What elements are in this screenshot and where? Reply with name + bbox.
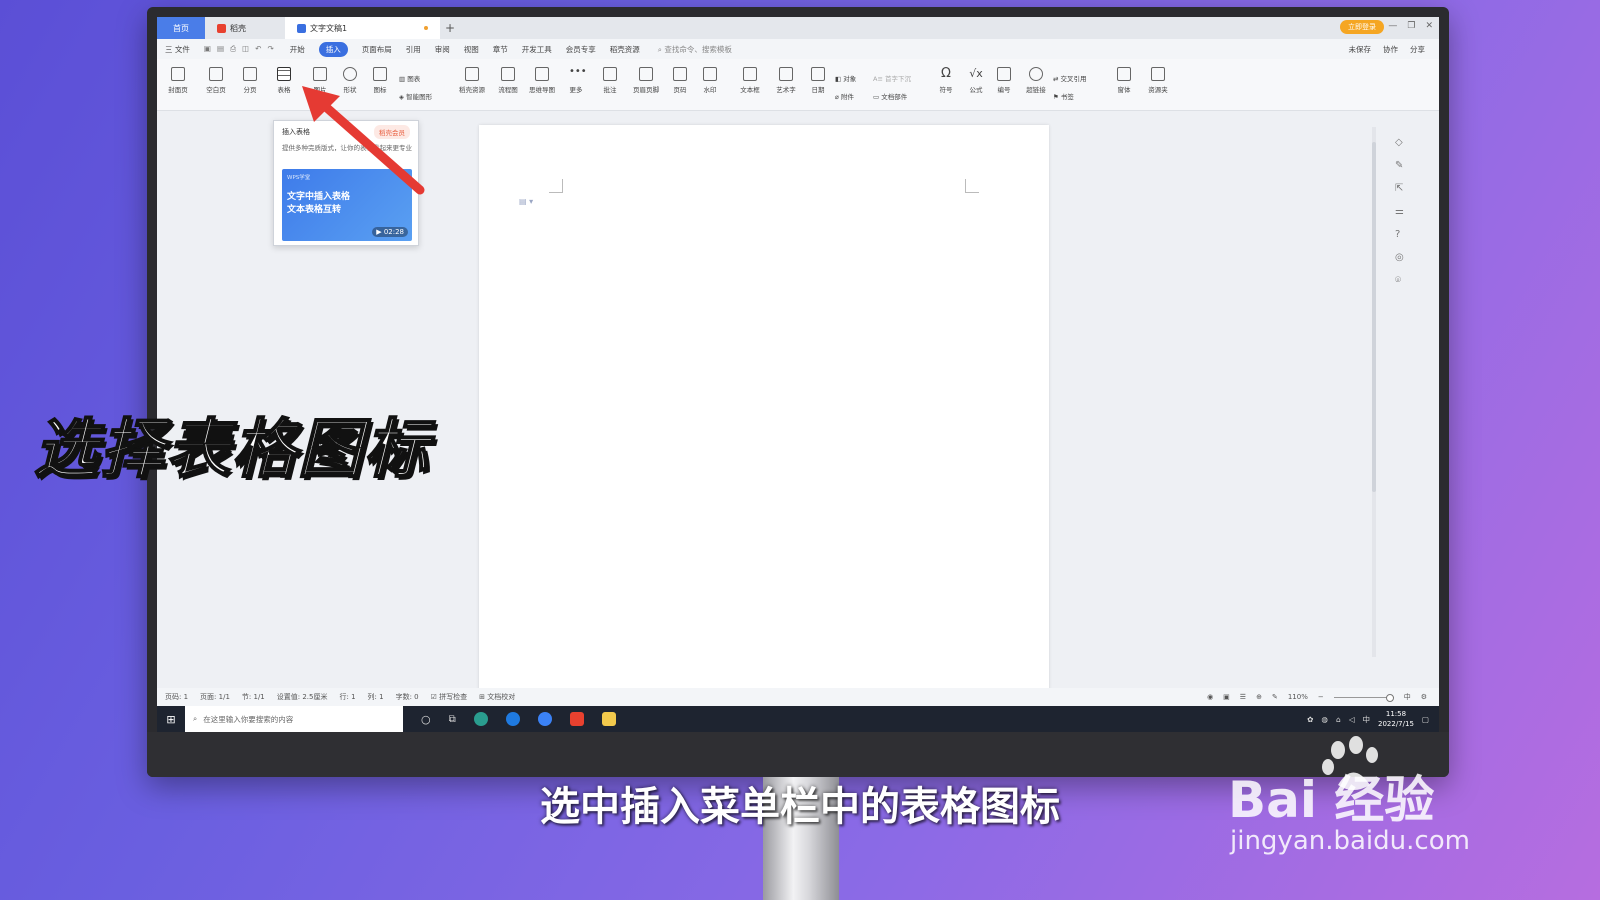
watermark-url: jingyan.baidu.com [1230, 826, 1470, 856]
watermark-brand: Bai 经验 [1228, 771, 1435, 829]
big-caption: 选择表格图标 [33, 412, 430, 488]
